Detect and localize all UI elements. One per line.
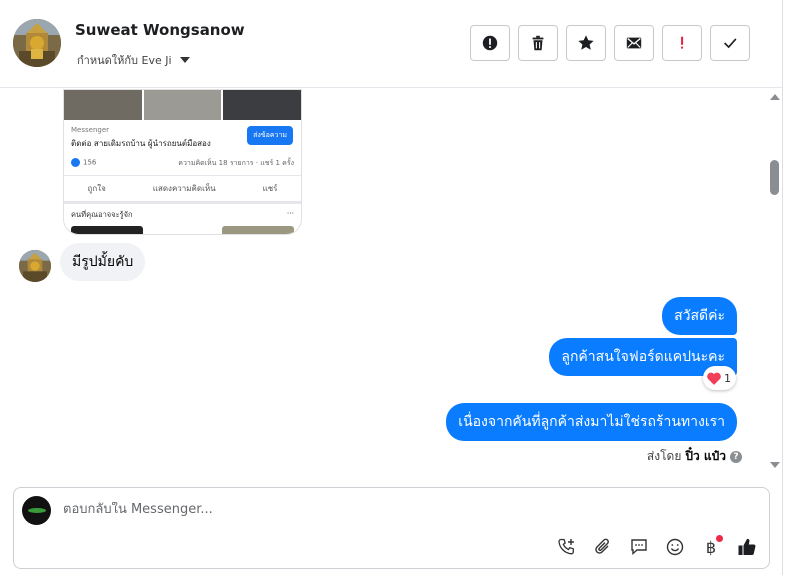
message-reaction[interactable]: 1 xyxy=(703,366,736,390)
suggestion-image xyxy=(71,226,143,234)
reply-input[interactable] xyxy=(63,502,743,517)
scroll-down-arrow-icon[interactable] xyxy=(770,462,780,468)
thumbs-up-icon xyxy=(738,538,756,556)
post-comment-action[interactable]: แสดงความคิดเห็น xyxy=(153,182,216,195)
scrollbar[interactable] xyxy=(768,89,782,474)
messenger-conversation: Suweat Wongsanow กำหนดให้กับ Eve Ji Mess… xyxy=(0,0,787,575)
post-image xyxy=(143,90,222,120)
heart-icon xyxy=(707,372,721,385)
mark-unread-button[interactable] xyxy=(614,25,654,61)
post-likes: 156 xyxy=(71,158,96,169)
suggestion-image xyxy=(222,226,295,234)
emoji-button[interactable] xyxy=(663,535,687,559)
post-like-action[interactable]: ถูกใจ xyxy=(88,182,106,195)
suggestions-label: คนที่คุณอาจจะรู้จัก xyxy=(71,210,133,219)
saved-replies-button[interactable] xyxy=(627,535,651,559)
sent-by-name: ปิ๋ว แป๋ว xyxy=(685,449,726,463)
suggestion-images xyxy=(64,226,301,234)
chevron-down-icon xyxy=(179,57,190,63)
post-engagement: ความคิดเห็น 18 รายการ · แชร์ 1 ครั้ง xyxy=(178,159,294,167)
assign-dropdown[interactable]: กำหนดให้กับ Eve Ji xyxy=(77,51,190,69)
like-button[interactable] xyxy=(735,535,759,559)
sent-by-label: ส่งโดย xyxy=(646,449,682,463)
phone-plus-icon xyxy=(558,538,574,555)
paperclip-icon xyxy=(595,538,609,554)
alert-circle-icon xyxy=(482,35,498,51)
scrollbar-thumb[interactable] xyxy=(770,160,779,195)
trash-icon xyxy=(532,35,544,51)
delete-button[interactable] xyxy=(518,25,558,61)
outgoing-message[interactable]: สวัสดีค่ะ xyxy=(662,297,737,335)
conversation-actions xyxy=(470,25,750,61)
follow-up-button[interactable] xyxy=(662,25,702,61)
incoming-message[interactable]: มีรูปมั้ยคับ xyxy=(60,243,146,281)
mark-done-button[interactable] xyxy=(710,25,750,61)
call-button[interactable] xyxy=(555,535,579,559)
envelope-icon xyxy=(626,37,642,49)
contact-name[interactable]: Suweat Wongsanow xyxy=(75,21,245,39)
suggestion-image xyxy=(146,226,219,234)
composer-tools: ฿ xyxy=(555,535,759,559)
star-icon xyxy=(578,35,594,50)
payment-button[interactable]: ฿ xyxy=(699,535,723,559)
conversation-header: Suweat Wongsanow กำหนดให้กับ Eve Ji xyxy=(0,0,782,88)
send-message-button[interactable]: ส่งข้อความ xyxy=(247,126,293,145)
reaction-count: 1 xyxy=(724,371,731,385)
post-images xyxy=(64,90,301,120)
sent-by-info: ส่งโดย ปิ๋ว แป๋ว ? xyxy=(647,447,742,466)
assign-label: กำหนดให้กับ Eve Ji xyxy=(77,54,172,67)
scroll-up-arrow-icon[interactable] xyxy=(770,94,780,100)
like-icon xyxy=(71,158,80,167)
reply-composer: ฿ xyxy=(13,487,770,569)
help-icon[interactable]: ? xyxy=(730,450,742,463)
more-options-icon[interactable]: ··· xyxy=(287,209,294,221)
post-suggestions: คนที่คุณอาจจะรู้จัก ··· xyxy=(64,204,301,226)
post-image xyxy=(64,90,142,120)
like-count: 156 xyxy=(83,158,97,167)
panel-divider xyxy=(782,0,783,575)
spam-button[interactable] xyxy=(470,25,510,61)
post-stats: 156 ความคิดเห็น 18 รายการ · แชร์ 1 ครั้ง xyxy=(64,150,301,175)
contact-avatar-image xyxy=(13,19,61,67)
post-share-action[interactable]: แชร์ xyxy=(263,182,278,195)
chat-bubble-icon xyxy=(631,539,647,556)
baht-icon: ฿ xyxy=(705,537,717,557)
sender-avatar xyxy=(19,250,51,282)
post-image xyxy=(223,90,301,120)
exclamation-icon xyxy=(681,36,684,49)
outgoing-message[interactable]: เนื่องจากคันที่ลูกค้าส่งมาไม่ใช่รถร้านทา… xyxy=(446,403,737,441)
attach-button[interactable] xyxy=(591,535,615,559)
shared-post-preview[interactable]: Messenger ติดต่อ สายเดิมรถบ้าน ผู้นำรถยน… xyxy=(63,89,302,235)
page-avatar xyxy=(22,496,51,525)
check-icon xyxy=(724,38,737,49)
smiley-icon xyxy=(666,538,684,556)
contact-avatar[interactable] xyxy=(13,19,61,67)
post-body: Messenger ติดต่อ สายเดิมรถบ้าน ผู้นำรถยน… xyxy=(64,120,301,150)
star-button[interactable] xyxy=(566,25,606,61)
notification-dot xyxy=(716,535,723,542)
sender-avatar-image xyxy=(19,250,51,282)
post-actions: ถูกใจ แสดงความคิดเห็น แชร์ xyxy=(64,175,301,204)
